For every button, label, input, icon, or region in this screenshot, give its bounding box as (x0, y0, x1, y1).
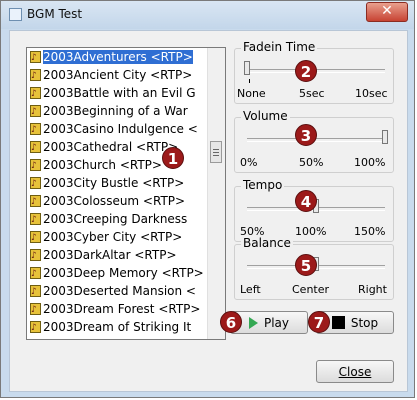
volume-slider-thumb[interactable] (382, 130, 388, 144)
bgm-list-item[interactable]: 2003Beginning of a War (27, 102, 209, 121)
marker-2: 2 (295, 60, 317, 82)
volume-min-label: 0% (240, 156, 258, 169)
bgm-item-label: 2003Deep Memory <RTP> (43, 266, 204, 280)
music-file-icon (30, 139, 41, 157)
thumb-grip-line (213, 152, 219, 153)
music-file-icon (30, 247, 41, 265)
music-file-icon (30, 229, 41, 247)
fadein-min-label: None (237, 87, 266, 100)
music-file-icon (30, 175, 41, 193)
bgm-item-label: 2003Dream of Striking It (43, 320, 192, 334)
fadein-slider-thumb[interactable] (244, 61, 250, 75)
marker-6: 6 (220, 311, 242, 333)
scrollbar-thumb[interactable] (210, 141, 222, 163)
music-file-icon (30, 85, 41, 103)
balance-min-label: Left (240, 283, 261, 296)
marker-1: 1 (162, 147, 184, 169)
list-scrollbar[interactable] (207, 48, 225, 339)
music-file-icon (30, 193, 41, 211)
bgm-list-item[interactable]: 2003Cyber City <RTP> (27, 228, 209, 247)
bgm-item-label: 2003Ancient City <RTP> (43, 68, 193, 82)
close-button[interactable]: Close (316, 360, 394, 383)
fadein-max-label: 10sec (355, 87, 388, 100)
fadein-title: Fadein Time (241, 40, 318, 54)
fadein-mid-label: 5sec (299, 87, 325, 100)
fadein-tick (249, 79, 250, 83)
music-file-icon (30, 283, 41, 301)
bgm-list-item[interactable]: 2003Dream of Striking It (27, 318, 209, 337)
volume-group: Volume 0% 50% 100% (234, 109, 394, 173)
bgm-item-label: 2003Adventurers <RTP> (43, 50, 193, 64)
balance-mid-label: Center (292, 283, 330, 296)
bgm-list-item[interactable]: 2003Adventurers <RTP> (27, 48, 209, 67)
bgm-list-item[interactable]: 2003Ancient City <RTP> (27, 66, 209, 85)
marker-4: 4 (295, 190, 317, 212)
bgm-list-item[interactable]: 2003City Bustle <RTP> (27, 174, 209, 193)
music-file-icon (30, 265, 41, 283)
thumb-grip-line (213, 149, 219, 150)
bgm-item-label: 2003City Bustle <RTP> (43, 176, 185, 190)
marker-5: 5 (295, 254, 317, 276)
thumb-grip-line (213, 155, 219, 156)
bgm-item-label: 2003Beginning of a War (43, 104, 188, 118)
volume-mid-label: 50% (299, 156, 324, 169)
bgm-item-label: 2003Battle with an Evil G (43, 86, 196, 100)
bgm-list-item[interactable]: 2003Dreaminess <RTP> (27, 336, 209, 339)
bgm-list-item[interactable]: 2003Battle with an Evil G (27, 84, 209, 103)
bgm-list-item[interactable]: 2003Casino Indulgence < (27, 120, 209, 139)
bgm-item-label: 2003Church <RTP> (43, 158, 162, 172)
play-icon (248, 316, 258, 329)
bgm-item-label: 2003Creeping Darkness (43, 212, 188, 226)
bgm-item-label: 2003DarkAltar <RTP> (43, 248, 177, 262)
marker-3: 3 (295, 124, 317, 146)
music-file-icon (30, 49, 41, 67)
bgm-item-label: 2003Cathedral <RTP> (43, 140, 179, 154)
tempo-mid-label: 100% (295, 225, 327, 238)
play-label: Play (263, 315, 290, 330)
window-close-button[interactable]: ✕ (366, 2, 408, 22)
bgm-test-window: BGM Test ✕ 2003Adventurers <RTP> 2003Anci… (0, 0, 415, 398)
music-file-icon (30, 301, 41, 319)
music-file-icon (30, 103, 41, 121)
music-file-icon (30, 67, 41, 85)
volume-title: Volume (241, 109, 290, 123)
music-file-icon (30, 319, 41, 337)
bgm-list-item[interactable]: 2003DarkAltar <RTP> (27, 246, 209, 265)
bgm-item-label: 2003Casino Indulgence < (43, 122, 198, 136)
title-bar: BGM Test ✕ (1, 1, 414, 29)
bgm-item-label: 2003Dreaminess <RTP> (43, 338, 191, 339)
tempo-title: Tempo (241, 178, 285, 192)
bgm-item-label: 2003Colosseum <RTP> (43, 194, 186, 208)
stop-label: Stop (350, 315, 379, 330)
marker-7: 7 (308, 311, 330, 333)
music-file-icon (30, 157, 41, 175)
stop-icon (331, 316, 345, 329)
bgm-item-label: 2003Dream Forest <RTP> (43, 302, 201, 316)
tempo-max-label: 150% (354, 225, 386, 238)
volume-max-label: 100% (354, 156, 386, 169)
bgm-list-item[interactable]: 2003Dream Forest <RTP> (27, 300, 209, 319)
music-file-icon (30, 121, 41, 139)
bgm-listbox[interactable]: 2003Adventurers <RTP> 2003Ancient City <R… (26, 47, 226, 340)
music-file-icon (30, 211, 41, 229)
close-label: Close (338, 364, 372, 379)
bgm-list-item[interactable]: 2003Creeping Darkness (27, 210, 209, 229)
bgm-item-label: 2003Deserted Mansion < (43, 284, 196, 298)
bgm-list-item[interactable]: 2003Colosseum <RTP> (27, 192, 209, 211)
balance-max-label: Right (358, 283, 387, 296)
bgm-list-item[interactable]: 2003Deserted Mansion < (27, 282, 209, 301)
window-icon (9, 8, 22, 21)
bgm-item-label: 2003Cyber City <RTP> (43, 230, 183, 244)
balance-title: Balance (241, 236, 293, 250)
bgm-list-item[interactable]: 2003Deep Memory <RTP> (27, 264, 209, 283)
window-title: BGM Test (27, 7, 83, 21)
bgm-list: 2003Adventurers <RTP> 2003Ancient City <R… (27, 48, 209, 339)
dialog-client: 2003Adventurers <RTP> 2003Ancient City <R… (9, 30, 408, 392)
